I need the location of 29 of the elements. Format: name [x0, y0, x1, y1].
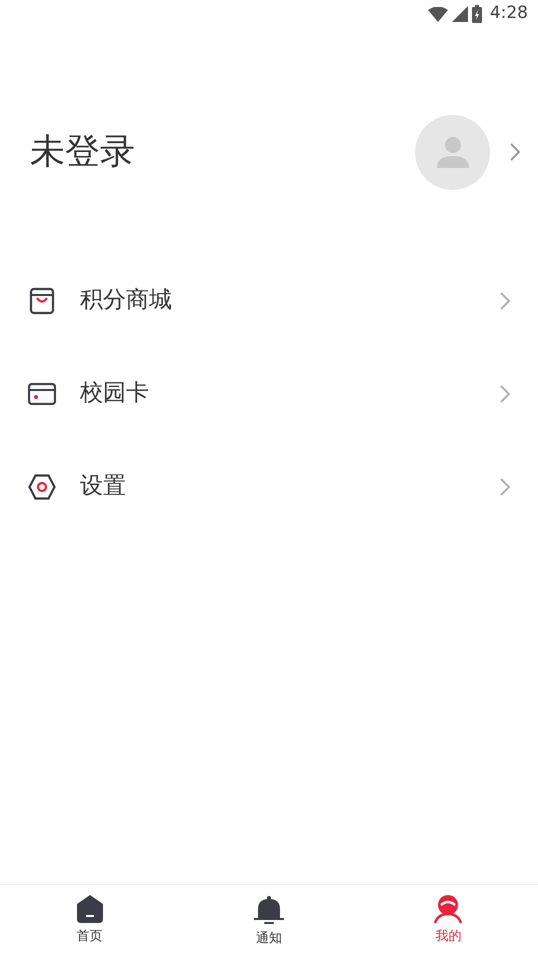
status-time: 4:28 [490, 2, 528, 26]
signal-icon [452, 6, 468, 22]
bag-icon [28, 286, 56, 314]
home-icon [76, 895, 103, 923]
tab-label: 通知 [256, 930, 282, 948]
wifi-icon [428, 6, 448, 22]
chevron-right-icon [500, 478, 510, 496]
menu-item[interactable]: 校园卡 [0, 347, 538, 440]
chevron-right-icon [500, 384, 510, 402]
card-icon [28, 382, 56, 404]
menu-item[interactable]: 积分商城 [0, 254, 538, 347]
menu-label: 校园卡 [80, 379, 150, 408]
chevron-right-icon [510, 143, 520, 161]
tab-label: 首页 [76, 928, 103, 946]
user-name: 未登录 [30, 130, 136, 174]
menu-label: 积分商城 [80, 286, 173, 316]
bell-icon [254, 895, 284, 925]
settings-icon [28, 474, 56, 500]
menu-label: 设置 [80, 472, 127, 502]
battery-icon [472, 5, 482, 23]
nav-tab[interactable]: 首页 [0, 885, 180, 956]
tab-label: 我的 [435, 928, 462, 946]
chevron-right-icon [500, 292, 510, 310]
profile-row[interactable]: 未登录 [0, 114, 538, 190]
nav-tab[interactable]: 我的 [358, 885, 538, 956]
person-icon [434, 895, 462, 923]
menu-item[interactable]: 设置 [0, 440, 538, 533]
nav-tab[interactable]: 通知 [179, 885, 359, 956]
person-icon [436, 136, 470, 168]
